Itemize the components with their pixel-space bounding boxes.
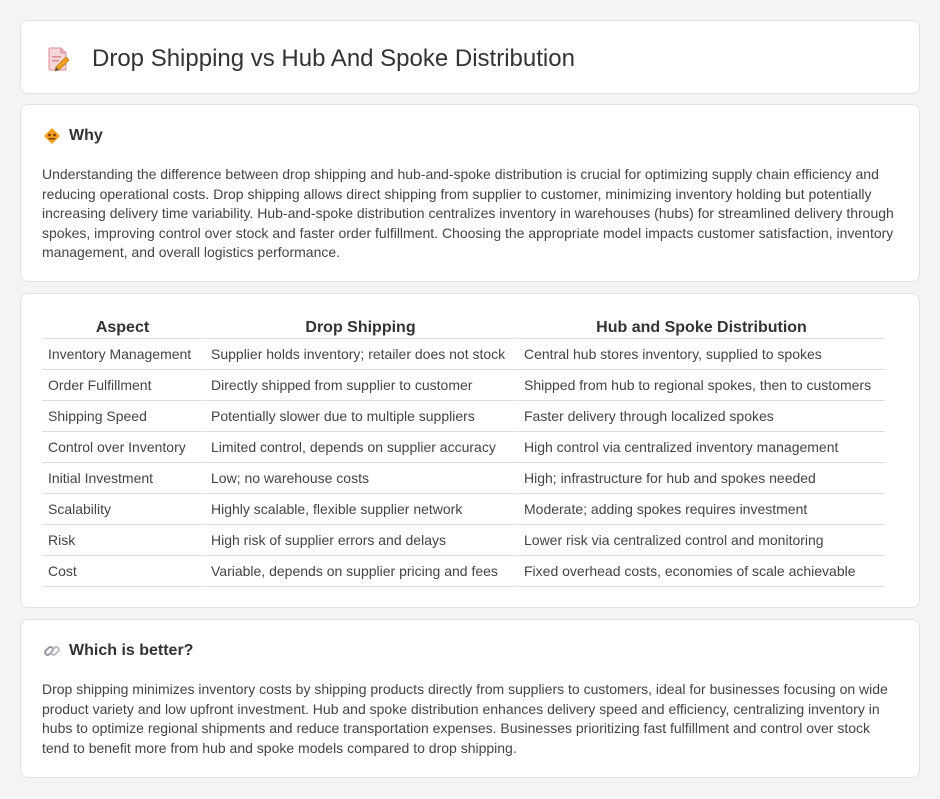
hub-and-spoke-cell: High; infrastructure for hub and spokes …	[516, 463, 885, 494]
page-title: Drop Shipping vs Hub And Spoke Distribut…	[92, 45, 575, 72]
hub-and-spoke-cell: Lower risk via centralized control and m…	[516, 525, 885, 556]
column-header-hub-and-spoke: Hub and Spoke Distribution	[516, 317, 885, 339]
link-icon	[43, 642, 61, 660]
aspect-cell: Shipping Speed	[42, 401, 203, 432]
table-row: Cost Variable, depends on supplier prici…	[42, 556, 885, 587]
column-header-aspect: Aspect	[42, 317, 203, 339]
which-is-better-section: Which is better? Drop shipping minimizes…	[20, 619, 920, 778]
drop-shipping-cell: High risk of supplier errors and delays	[203, 525, 516, 556]
header-card: Drop Shipping vs Hub And Spoke Distribut…	[20, 20, 920, 94]
why-text: Understanding the difference between dro…	[42, 166, 894, 261]
better-title: Which is better?	[69, 642, 194, 659]
drop-shipping-cell: Directly shipped from supplier to custom…	[203, 370, 516, 401]
why-section: Why Understanding the difference between…	[20, 104, 920, 282]
aspect-cell: Inventory Management	[42, 339, 203, 370]
hub-and-spoke-cell: High control via centralized inventory m…	[516, 432, 885, 463]
drop-shipping-cell: Low; no warehouse costs	[203, 463, 516, 494]
aspect-cell: Control over Inventory	[42, 432, 203, 463]
drop-shipping-cell: Limited control, depends on supplier acc…	[203, 432, 516, 463]
drop-shipping-cell: Highly scalable, flexible supplier netwo…	[203, 494, 516, 525]
hub-and-spoke-cell: Faster delivery through localized spokes	[516, 401, 885, 432]
aspect-cell: Cost	[42, 556, 203, 587]
table-row: Inventory Management Supplier holds inve…	[42, 339, 885, 370]
drop-shipping-cell: Supplier holds inventory; retailer does …	[203, 339, 516, 370]
table-row: Initial Investment Low; no warehouse cos…	[42, 463, 885, 494]
why-title: Why	[69, 127, 103, 144]
table-row: Order Fulfillment Directly shipped from …	[42, 370, 885, 401]
table-row: Risk High risk of supplier errors and de…	[42, 525, 885, 556]
table-row: Control over Inventory Limited control, …	[42, 432, 885, 463]
better-heading: Which is better?	[43, 642, 193, 660]
aspect-cell: Risk	[42, 525, 203, 556]
aspect-cell: Initial Investment	[42, 463, 203, 494]
comparison-card: Aspect Drop Shipping Hub and Spoke Distr…	[20, 293, 920, 608]
table-row: Scalability Highly scalable, flexible su…	[42, 494, 885, 525]
better-text: Drop shipping minimizes inventory costs …	[42, 681, 888, 756]
hub-and-spoke-cell: Fixed overhead costs, economies of scale…	[516, 556, 885, 587]
table-header-row: Aspect Drop Shipping Hub and Spoke Distr…	[42, 317, 885, 339]
document-edit-icon	[47, 46, 71, 72]
diamond-warning-icon	[43, 127, 61, 145]
column-header-drop-shipping: Drop Shipping	[203, 317, 516, 339]
aspect-cell: Order Fulfillment	[42, 370, 203, 401]
hub-and-spoke-cell: Central hub stores inventory, supplied t…	[516, 339, 885, 370]
why-heading: Why	[43, 127, 103, 145]
hub-and-spoke-cell: Moderate; adding spokes requires investm…	[516, 494, 885, 525]
aspect-cell: Scalability	[42, 494, 203, 525]
drop-shipping-cell: Variable, depends on supplier pricing an…	[203, 556, 516, 587]
comparison-table: Aspect Drop Shipping Hub and Spoke Distr…	[42, 317, 885, 587]
drop-shipping-cell: Potentially slower due to multiple suppl…	[203, 401, 516, 432]
hub-and-spoke-cell: Shipped from hub to regional spokes, the…	[516, 370, 885, 401]
table-row: Shipping Speed Potentially slower due to…	[42, 401, 885, 432]
